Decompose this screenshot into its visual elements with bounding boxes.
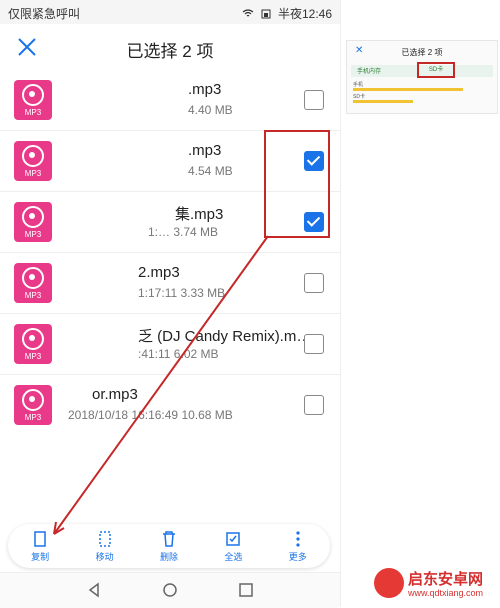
phone-screen: 仅限紧急呼叫 半夜12:46 已选择 2 项 MP3 .mp3 4.40 MB …: [0, 0, 341, 608]
thumbnail-bar-label: SD卡: [353, 94, 365, 100]
annotation-arrow: [53, 235, 269, 535]
thumbnail-tab-phone: 手机内存: [357, 69, 382, 75]
watermark: 启东安卓网 www.qdtxiang.com: [374, 566, 500, 604]
thumbnail-tab-sd: SD卡: [417, 62, 455, 78]
watermark-text: 启东安卓网: [408, 571, 484, 588]
thumbnail-storage-bar: [353, 100, 413, 103]
thumbnail-storage-bar: [353, 88, 463, 91]
thumbnail-tabs: 手机内存 SD卡: [351, 62, 493, 78]
thumbnail-title: 已选择 2 项: [401, 48, 443, 57]
watermark-url: www.qdtxiang.com: [408, 588, 484, 598]
thumbnail-bar-label: 手机: [353, 82, 364, 88]
reference-thumbnail: ✕ 已选择 2 项 手机内存 SD卡 手机 SD卡: [346, 40, 498, 114]
watermark-logo-icon: [374, 568, 404, 598]
